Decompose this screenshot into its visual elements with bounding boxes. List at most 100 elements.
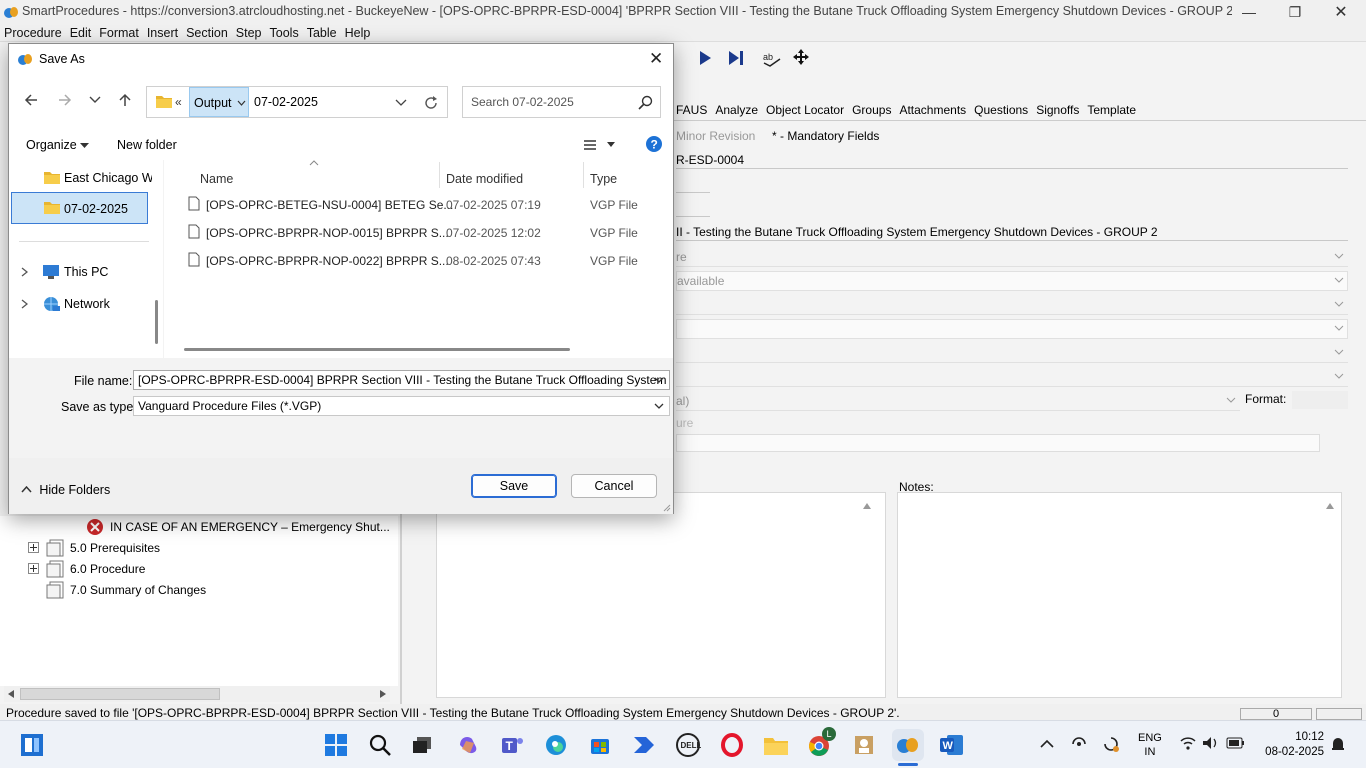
dropdown-1[interactable]: re — [676, 247, 1348, 267]
notes-box[interactable] — [897, 492, 1342, 698]
breadcrumb-overflow[interactable]: « — [175, 95, 182, 109]
menu-insert[interactable]: Insert — [143, 24, 182, 42]
hide-folders-button[interactable]: Hide Folders — [21, 482, 110, 497]
chevron-right-icon[interactable] — [21, 267, 28, 277]
tab-signoffs[interactable]: Signoffs — [1032, 102, 1083, 118]
column-header-date[interactable]: Date modified — [446, 172, 523, 186]
dialog-titlebar[interactable]: Save As ✕ — [9, 44, 673, 74]
store-icon[interactable] — [584, 729, 616, 761]
menu-step[interactable]: Step — [232, 24, 266, 42]
widgets-icon[interactable] — [16, 729, 48, 761]
column-separator[interactable] — [439, 162, 440, 188]
column-separator[interactable] — [583, 162, 584, 188]
organize-button[interactable]: Organize — [26, 138, 90, 152]
address-bar[interactable]: « Output 07-02-2025 — [146, 86, 448, 118]
nav-item-this-pc[interactable]: This PC — [9, 260, 155, 284]
nav-scrollbar-thumb[interactable] — [155, 300, 158, 344]
forward-icon[interactable] — [57, 92, 73, 108]
play-icon[interactable] — [698, 50, 712, 66]
spell-check-icon[interactable]: ab — [762, 49, 782, 67]
procedure-title-field[interactable]: II - Testing the Butane Truck Offloading… — [676, 225, 1158, 239]
sync-icon[interactable] — [1070, 735, 1088, 753]
chevron-down-icon[interactable] — [1334, 252, 1344, 260]
dialog-close-button[interactable]: ✕ — [649, 49, 663, 69]
move-icon[interactable] — [792, 48, 810, 66]
file-row[interactable]: [OPS-OPRC-BPRPR-NOP-0015] BPRPR S... 07-… — [164, 218, 673, 246]
chevron-down-icon[interactable] — [654, 377, 664, 384]
tab-attachments[interactable]: Attachments — [895, 102, 970, 118]
expand-icon[interactable] — [28, 563, 39, 574]
up-icon[interactable] — [117, 92, 133, 108]
menu-procedure[interactable]: Procedure — [0, 24, 66, 42]
text-field[interactable] — [676, 434, 1320, 452]
nav-item-east-chicago[interactable]: East Chicago W — [9, 166, 155, 190]
menu-edit[interactable]: Edit — [66, 24, 96, 42]
view-options-icon[interactable] — [583, 138, 617, 152]
chevron-down-icon[interactable] — [654, 403, 664, 410]
help-icon[interactable]: ? — [645, 135, 663, 153]
update-icon[interactable] — [1102, 735, 1120, 753]
dropdown-4[interactable] — [676, 319, 1348, 339]
save-button[interactable]: Save — [471, 474, 557, 498]
word-icon[interactable]: W — [936, 729, 968, 761]
chevron-down-icon[interactable] — [237, 100, 246, 106]
scroll-right-icon[interactable] — [380, 690, 386, 698]
tab-groups[interactable]: Groups — [848, 102, 895, 118]
file-name-input[interactable]: [OPS-OPRC-BPRPR-ESD-0004] BPRPR Section … — [133, 370, 670, 390]
file-row[interactable]: [OPS-OPRC-BETEG-NSU-0004] BETEG Se... 07… — [164, 190, 673, 218]
close-app-button[interactable]: ✕ — [1318, 0, 1364, 24]
file-row[interactable]: [OPS-OPRC-BPRPR-NOP-0022] BPRPR S... 08-… — [164, 246, 673, 274]
scroll-up-icon[interactable] — [1325, 502, 1335, 510]
copilot-icon[interactable] — [452, 729, 484, 761]
clock[interactable]: 10:12 08-02-2025 — [1254, 730, 1324, 760]
nav-item-07-02-2025[interactable]: 07-02-2025 — [11, 192, 148, 224]
new-folder-button[interactable]: New folder — [117, 138, 177, 152]
menu-table[interactable]: Table — [303, 24, 341, 42]
scroll-up-icon[interactable] — [862, 502, 872, 510]
maximize-button[interactable]: ❐ — [1272, 0, 1318, 24]
format-field[interactable] — [1292, 391, 1348, 409]
breadcrumb-current[interactable]: 07-02-2025 — [254, 95, 318, 109]
wifi-icon[interactable] — [1180, 736, 1196, 750]
task-view-icon[interactable] — [406, 729, 438, 761]
save-type-select[interactable]: Vanguard Procedure Files (*.VGP) — [133, 396, 670, 416]
resize-grip-icon[interactable] — [663, 504, 671, 512]
scroll-left-icon[interactable] — [8, 690, 14, 698]
tab-object-locator[interactable]: Object Locator — [762, 102, 848, 118]
column-header-name[interactable]: Name — [200, 172, 233, 186]
cancel-button[interactable]: Cancel — [571, 474, 657, 498]
scroll-thumb[interactable] — [20, 688, 220, 700]
nav-item-network[interactable]: Network — [9, 292, 155, 316]
chrome-icon[interactable]: L — [804, 727, 836, 761]
file-explorer-icon[interactable] — [760, 729, 792, 761]
menu-help[interactable]: Help — [341, 24, 375, 42]
teams-icon[interactable]: T — [496, 729, 528, 761]
menu-section[interactable]: Section — [182, 24, 232, 42]
chevron-down-icon[interactable] — [1226, 396, 1236, 404]
expand-icon[interactable] — [28, 542, 39, 553]
tab-template[interactable]: Template — [1083, 102, 1140, 118]
skip-end-icon[interactable] — [728, 50, 744, 66]
chevron-down-icon[interactable] — [1334, 372, 1344, 380]
dropdown-2[interactable]: available — [676, 271, 1348, 291]
back-icon[interactable] — [23, 92, 39, 108]
chevron-right-icon[interactable] — [21, 299, 28, 309]
description-box[interactable] — [436, 492, 886, 698]
smartprocedures-taskbar-icon[interactable] — [892, 729, 924, 761]
language-indicator[interactable]: ENG IN — [1138, 731, 1162, 759]
tree-horizontal-scrollbar[interactable] — [4, 686, 390, 702]
dropdown-7[interactable]: al) — [676, 391, 1240, 411]
chevron-down-icon[interactable] — [1334, 276, 1344, 284]
recent-locations-icon[interactable] — [89, 96, 101, 104]
search-icon[interactable] — [638, 95, 653, 110]
notification-icon[interactable] — [1330, 736, 1346, 752]
volume-icon[interactable] — [1202, 736, 1220, 750]
search-icon[interactable] — [364, 729, 396, 761]
search-box[interactable]: Search 07-02-2025 — [462, 86, 661, 118]
file-list-hscroll-thumb[interactable] — [184, 348, 570, 351]
procedure-number-field[interactable]: R-ESD-0004 — [676, 153, 744, 167]
edge-icon[interactable] — [540, 729, 572, 761]
minimize-button[interactable]: — — [1226, 0, 1272, 24]
search-input[interactable]: Search 07-02-2025 — [471, 95, 574, 109]
remote-app-icon[interactable] — [848, 729, 880, 761]
